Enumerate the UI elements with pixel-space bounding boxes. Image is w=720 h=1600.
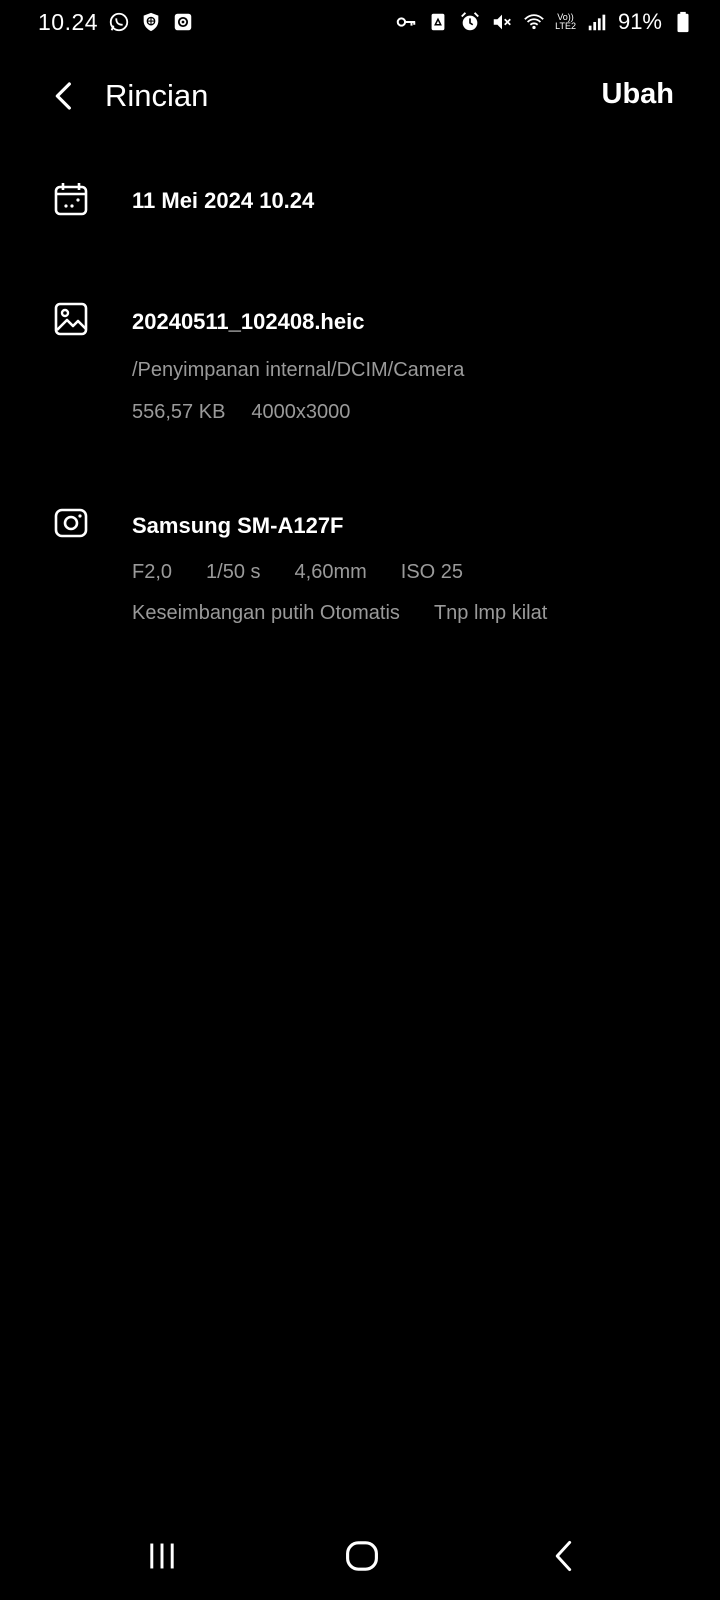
- camera-device: Samsung SM-A127F: [132, 513, 344, 538]
- aperture: F2,0: [132, 561, 173, 583]
- file-size: 556,57 KB: [132, 401, 226, 423]
- chevron-left-icon: [55, 82, 71, 110]
- home-button[interactable]: [340, 1534, 384, 1578]
- status-bar-left: 10.24: [38, 9, 194, 36]
- file-path-line: /Penyimpanan internal/DCIM/Camera: [132, 359, 464, 382]
- lte-label: LTE2: [555, 21, 576, 31]
- battery-icon: [672, 11, 694, 33]
- recent-apps-icon: [150, 1543, 174, 1569]
- file-name: 20240511_102408.heic: [132, 309, 365, 334]
- status-bar: 10.24 Vo)) LTE2 91%: [0, 0, 720, 44]
- navigation-bar: [0, 1520, 720, 1590]
- battery-percent: 91%: [617, 9, 662, 34]
- flash-status: Tnp lmp kilat: [433, 602, 548, 624]
- status-bar-right: Vo)) LTE2 91%: [395, 9, 694, 35]
- camera-settings-line: Keseimbangan putih Otomatis Tnp lmp kila…: [132, 602, 547, 625]
- shutter-speed: 1/50 s: [206, 561, 261, 583]
- back-icon: [555, 1540, 572, 1572]
- file-resolution: 4000x3000: [251, 401, 351, 423]
- photo-datetime: 11 Mei 2024 10.24: [132, 188, 315, 213]
- edit-button[interactable]: Ubah: [602, 78, 675, 111]
- network-type-label: Vo)) LTE2: [555, 13, 576, 31]
- key-icon: [395, 11, 417, 33]
- calendar-icon: [54, 182, 88, 216]
- home-icon: [346, 1541, 378, 1571]
- image-icon: [54, 302, 88, 336]
- file-meta-line: 556,57 KB 4000x3000: [132, 401, 350, 424]
- mute-icon: [491, 11, 513, 33]
- details-screen: 10.24 Vo)) LTE2 91% Rincian Ubah 11 Mei …: [0, 0, 720, 1600]
- back-button[interactable]: [44, 76, 84, 116]
- nav-back-button[interactable]: [542, 1534, 586, 1578]
- recent-apps-button[interactable]: [140, 1534, 184, 1578]
- app-bar: Rincian Ubah: [0, 60, 720, 132]
- screen-record-icon: [172, 11, 194, 33]
- alarm-icon: [459, 11, 481, 33]
- wifi-icon: [523, 11, 545, 33]
- camera-icon: [54, 506, 88, 540]
- signal-icon: [586, 11, 608, 33]
- vpn-shield-icon: [140, 11, 162, 33]
- whatsapp-icon: [108, 11, 130, 33]
- focal-length: 4,60mm: [294, 561, 367, 583]
- status-time: 10.24: [38, 8, 99, 35]
- recycle-icon: [427, 11, 449, 33]
- page-title: Rincian: [105, 78, 209, 113]
- iso-value: ISO 25: [400, 561, 464, 583]
- file-path: /Penyimpanan internal/DCIM/Camera: [132, 359, 465, 381]
- exposure-line: F2,0 1/50 s 4,60mm ISO 25: [132, 561, 463, 584]
- white-balance: Keseimbangan putih Otomatis: [132, 602, 400, 624]
